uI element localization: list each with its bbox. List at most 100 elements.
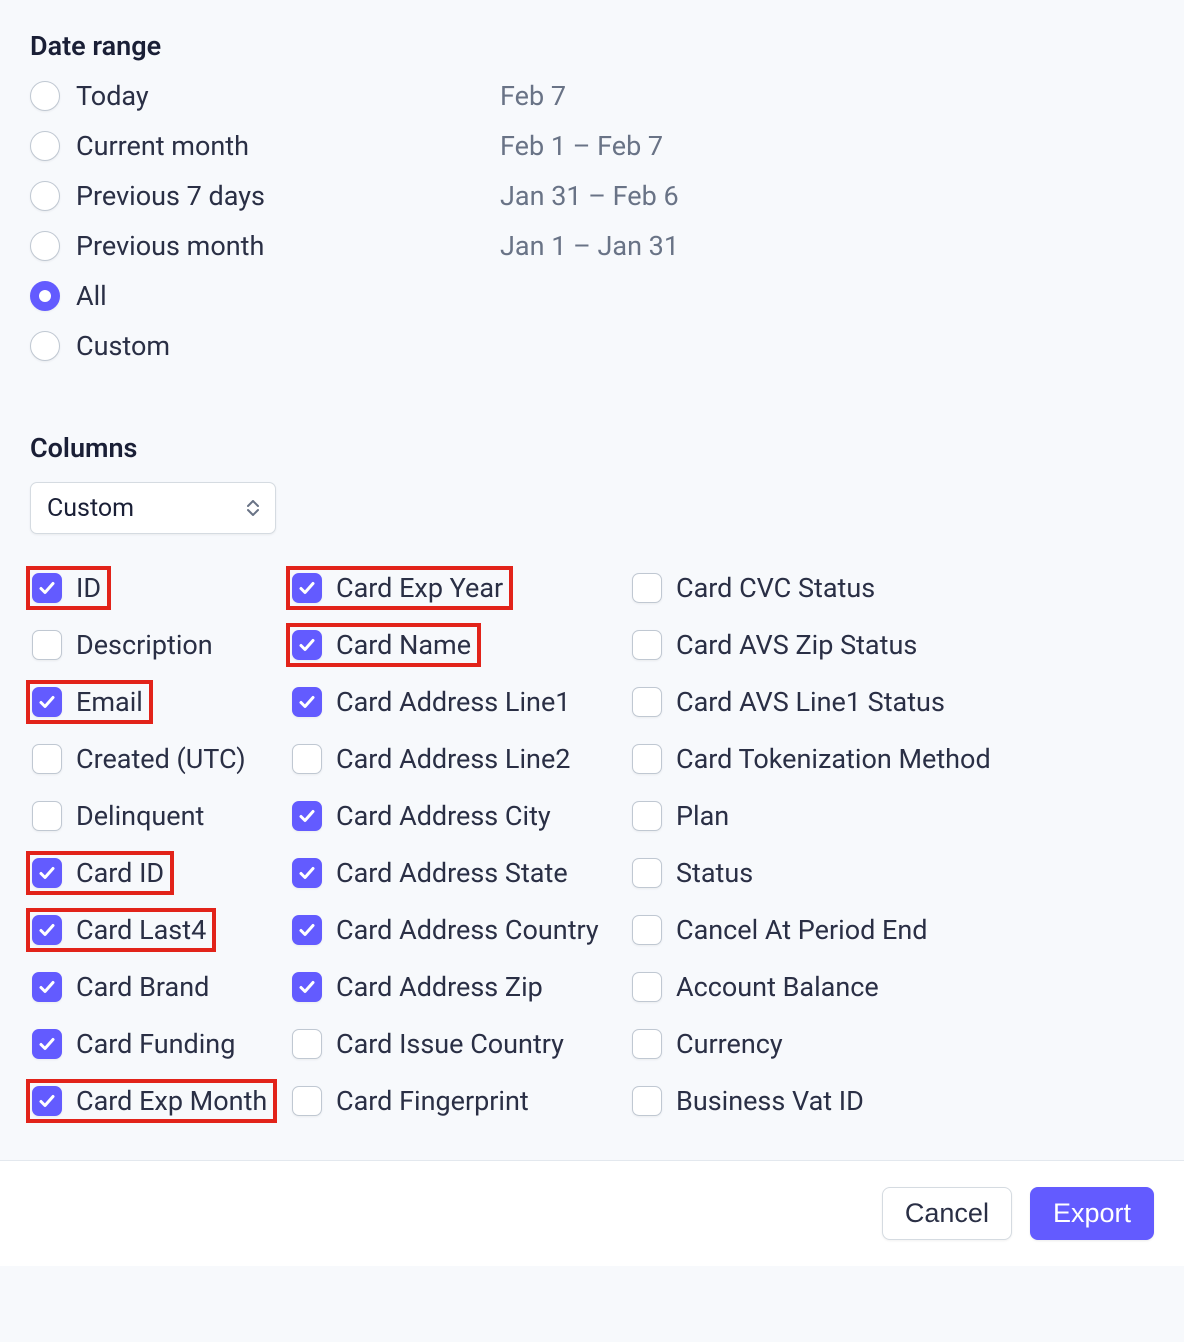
checkbox-card-avs-line1[interactable] <box>632 687 662 717</box>
checkbox-email[interactable] <box>32 687 62 717</box>
checkbox-label: Card Address Zip <box>336 971 543 1003</box>
checkbox-label: Card Exp Month <box>76 1085 267 1117</box>
checkbox-label: Currency <box>676 1028 783 1060</box>
checkbox-description[interactable] <box>32 630 62 660</box>
checkbox-label: Card Address Line1 <box>336 686 570 718</box>
radio-label: All <box>76 280 107 312</box>
checkbox-card-brand[interactable] <box>32 972 62 1002</box>
checkbox-label: Business Vat ID <box>676 1085 864 1117</box>
column-option-card-funding[interactable]: Card Funding <box>30 1026 241 1062</box>
column-option-card-addr-zip[interactable]: Card Address Zip <box>290 969 549 1005</box>
column-option-card-token-method[interactable]: Card Tokenization Method <box>630 741 997 777</box>
column-option-card-addr-city[interactable]: Card Address City <box>290 798 557 834</box>
column-option-card-avs-line1[interactable]: Card AVS Line1 Status <box>630 684 951 720</box>
column-option-currency[interactable]: Currency <box>630 1026 789 1062</box>
checkbox-card-fingerprint[interactable] <box>292 1086 322 1116</box>
checkbox-label: Card ID <box>76 857 164 889</box>
radio-custom[interactable] <box>30 331 60 361</box>
column-option-plan[interactable]: Plan <box>630 798 735 834</box>
checkbox-label: Delinquent <box>76 800 204 832</box>
checkbox-card-funding[interactable] <box>32 1029 62 1059</box>
column-option-id[interactable]: ID <box>30 570 107 606</box>
column-option-card-exp-month[interactable]: Card Exp Month <box>30 1083 273 1119</box>
checkbox-cancel-period-end[interactable] <box>632 915 662 945</box>
checkbox-card-exp-year[interactable] <box>292 573 322 603</box>
date-range-option-custom[interactable]: Custom <box>30 330 1154 362</box>
column-option-card-addr-country[interactable]: Card Address Country <box>290 912 605 948</box>
checkbox-card-addr-state[interactable] <box>292 858 322 888</box>
column-option-card-issue-country[interactable]: Card Issue Country <box>290 1026 570 1062</box>
date-range-option-prevmo[interactable]: Previous monthJan 1 – Jan 31 <box>30 230 1154 262</box>
radio-prev7[interactable] <box>30 181 60 211</box>
checkbox-created[interactable] <box>32 744 62 774</box>
date-range-option-prev7[interactable]: Previous 7 daysJan 31 – Feb 6 <box>30 180 1154 212</box>
column-option-card-last4[interactable]: Card Last4 <box>30 912 212 948</box>
radio-label: Previous month <box>76 230 264 262</box>
column-option-card-avs-zip[interactable]: Card AVS Zip Status <box>630 627 923 663</box>
column-option-card-name[interactable]: Card Name <box>290 627 477 663</box>
column-option-card-addr-state[interactable]: Card Address State <box>290 855 574 891</box>
checkbox-delinquent[interactable] <box>32 801 62 831</box>
checkbox-plan[interactable] <box>632 801 662 831</box>
checkbox-status[interactable] <box>632 858 662 888</box>
radio-date-value: Feb 7 <box>500 80 566 112</box>
checkbox-label: Card Exp Year <box>336 572 503 604</box>
export-button[interactable]: Export <box>1030 1187 1154 1240</box>
radio-date-value: Jan 31 – Feb 6 <box>500 180 679 212</box>
checkbox-card-name[interactable] <box>292 630 322 660</box>
checkbox-card-issue-country[interactable] <box>292 1029 322 1059</box>
radio-today[interactable] <box>30 81 60 111</box>
checkbox-card-cvc-status[interactable] <box>632 573 662 603</box>
column-option-status[interactable]: Status <box>630 855 759 891</box>
column-option-account-balance[interactable]: Account Balance <box>630 969 885 1005</box>
date-range-option-today[interactable]: TodayFeb 7 <box>30 80 1154 112</box>
checkbox-card-exp-month[interactable] <box>32 1086 62 1116</box>
checkbox-card-addr-line1[interactable] <box>292 687 322 717</box>
checkbox-card-addr-line2[interactable] <box>292 744 322 774</box>
radio-prevmo[interactable] <box>30 231 60 261</box>
column-option-card-exp-year[interactable]: Card Exp Year <box>290 570 509 606</box>
dialog-footer: Cancel Export <box>0 1160 1184 1266</box>
radio-all[interactable] <box>30 281 60 311</box>
checkbox-label: Card Address Line2 <box>336 743 570 775</box>
checkbox-label: Card Tokenization Method <box>676 743 991 775</box>
checkbox-card-addr-zip[interactable] <box>292 972 322 1002</box>
column-option-delinquent[interactable]: Delinquent <box>30 798 210 834</box>
column-option-created[interactable]: Created (UTC) <box>30 741 252 777</box>
cancel-button[interactable]: Cancel <box>882 1187 1012 1240</box>
date-range-option-month[interactable]: Current monthFeb 1 – Feb 7 <box>30 130 1154 162</box>
checkbox-label: Card Address State <box>336 857 568 889</box>
column-option-card-addr-line1[interactable]: Card Address Line1 <box>290 684 576 720</box>
checkbox-id[interactable] <box>32 573 62 603</box>
checkbox-label: ID <box>76 572 101 604</box>
column-option-card-brand[interactable]: Card Brand <box>30 969 215 1005</box>
column-option-card-id[interactable]: Card ID <box>30 855 170 891</box>
checkbox-label: Card Last4 <box>76 914 206 946</box>
columns-preset-select[interactable]: Custom <box>30 482 276 534</box>
checkbox-label: Card AVS Line1 Status <box>676 686 945 718</box>
checkbox-label: Card Issue Country <box>336 1028 564 1060</box>
radio-month[interactable] <box>30 131 60 161</box>
date-range-option-all[interactable]: All <box>30 280 1154 312</box>
checkbox-account-balance[interactable] <box>632 972 662 1002</box>
column-option-business-vat-id[interactable]: Business Vat ID <box>630 1083 870 1119</box>
checkbox-card-avs-zip[interactable] <box>632 630 662 660</box>
column-option-description[interactable]: Description <box>30 627 219 663</box>
checkbox-business-vat-id[interactable] <box>632 1086 662 1116</box>
column-option-cancel-period-end[interactable]: Cancel At Period End <box>630 912 934 948</box>
checkbox-label: Card Fingerprint <box>336 1085 529 1117</box>
checkbox-card-last4[interactable] <box>32 915 62 945</box>
checkbox-label: Description <box>76 629 213 661</box>
checkbox-card-token-method[interactable] <box>632 744 662 774</box>
checkbox-card-id[interactable] <box>32 858 62 888</box>
checkbox-currency[interactable] <box>632 1029 662 1059</box>
column-option-card-fingerprint[interactable]: Card Fingerprint <box>290 1083 535 1119</box>
column-option-card-addr-line2[interactable]: Card Address Line2 <box>290 741 576 777</box>
checkbox-label: Cancel At Period End <box>676 914 928 946</box>
checkbox-card-addr-city[interactable] <box>292 801 322 831</box>
column-option-card-cvc-status[interactable]: Card CVC Status <box>630 570 881 606</box>
checkbox-card-addr-country[interactable] <box>292 915 322 945</box>
columns-preset-value: Custom <box>47 494 134 523</box>
column-option-email[interactable]: Email <box>30 684 149 720</box>
checkbox-label: Plan <box>676 800 729 832</box>
